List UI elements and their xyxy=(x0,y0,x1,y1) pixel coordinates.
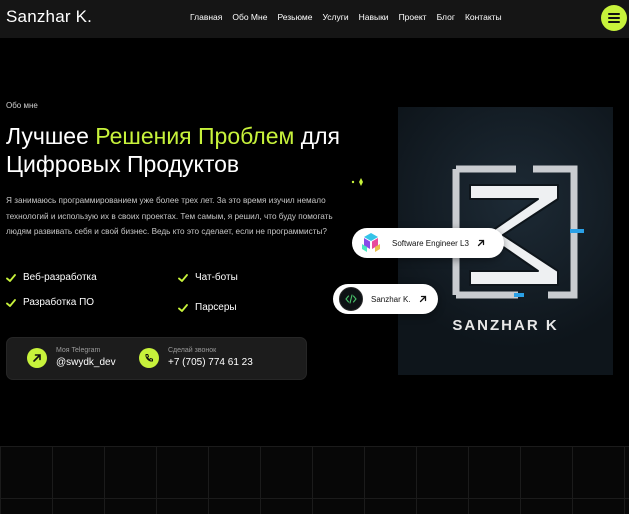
check-icon xyxy=(178,273,188,282)
skill-item: Веб-разработка xyxy=(6,272,97,283)
cube-icon xyxy=(362,233,380,252)
hamburger-icon xyxy=(608,13,620,23)
headline-pre: Лучшее xyxy=(6,123,96,149)
headline-highlight: Решения Проблем xyxy=(95,123,295,149)
code-avatar-icon xyxy=(339,287,363,311)
logo-wordmark: SANZHAR K xyxy=(452,317,559,334)
skill-item: Парсеры xyxy=(178,302,237,313)
phone-number[interactable]: +7 (705) 774 61 23 xyxy=(168,357,253,368)
nav-contacts[interactable]: Контакты xyxy=(465,12,502,22)
hero-headline: Лучшее Решения Проблем для Цифровых Прод… xyxy=(6,122,376,178)
name-badge-label: Sanzhar K. xyxy=(371,294,411,304)
nav-blog[interactable]: Блог xyxy=(437,12,455,22)
arrow-up-right-icon xyxy=(27,347,47,368)
check-icon xyxy=(6,298,16,307)
grid-background xyxy=(0,446,629,514)
sparkle-icon xyxy=(351,178,363,186)
hero-intro: Я занимаюсь программированием уже более … xyxy=(6,196,333,237)
skill-item: Разработка ПО xyxy=(6,297,94,308)
main-nav: Главная Обо Мне Резьюме Услуги Навыки Пр… xyxy=(190,12,502,22)
skill-label: Парсеры xyxy=(195,302,237,313)
telegram-contact[interactable]: Моя Telegram @swydk_dev xyxy=(27,347,116,368)
nav-skills[interactable]: Навыки xyxy=(359,12,389,22)
skill-label: Веб-разработка xyxy=(23,272,97,283)
phone-icon xyxy=(139,347,159,368)
arrow-up-right-icon xyxy=(419,295,426,303)
phone-contact[interactable]: Сделай звонок +7 (705) 774 61 23 xyxy=(139,347,253,368)
nav-services[interactable]: Услуги xyxy=(322,12,348,22)
role-badge-label: Software Engineer L3 xyxy=(392,238,469,248)
skill-label: Чат-боты xyxy=(195,272,238,283)
section-eyebrow: Обо мне xyxy=(6,101,38,110)
telegram-label: Моя Telegram xyxy=(56,347,101,354)
nav-about[interactable]: Обо Мне xyxy=(232,12,267,22)
skill-label: Разработка ПО xyxy=(23,297,95,308)
arrow-up-right-icon xyxy=(477,239,485,247)
nav-projects[interactable]: Проект xyxy=(399,12,427,22)
name-badge[interactable]: Sanzhar K. xyxy=(333,284,438,314)
phone-label: Сделай звонок xyxy=(168,347,217,354)
contact-card: Моя Telegram @swydk_dev Сделай звонок +7… xyxy=(6,337,307,380)
role-badge[interactable]: Software Engineer L3 xyxy=(352,228,504,258)
nav-home[interactable]: Главная xyxy=(190,12,222,22)
sanzhar-logo-icon xyxy=(452,165,584,299)
menu-button[interactable] xyxy=(601,5,627,31)
check-icon xyxy=(178,303,188,312)
check-icon xyxy=(6,273,16,282)
brand-logo-text[interactable]: Sanzhar K. xyxy=(6,7,92,27)
skill-item: Чат-боты xyxy=(178,272,238,283)
telegram-handle[interactable]: @swydk_dev xyxy=(56,357,116,368)
nav-resume[interactable]: Резьюме xyxy=(277,12,312,22)
site-header: Sanzhar K. Главная Обо Мне Резьюме Услуг… xyxy=(0,0,629,38)
